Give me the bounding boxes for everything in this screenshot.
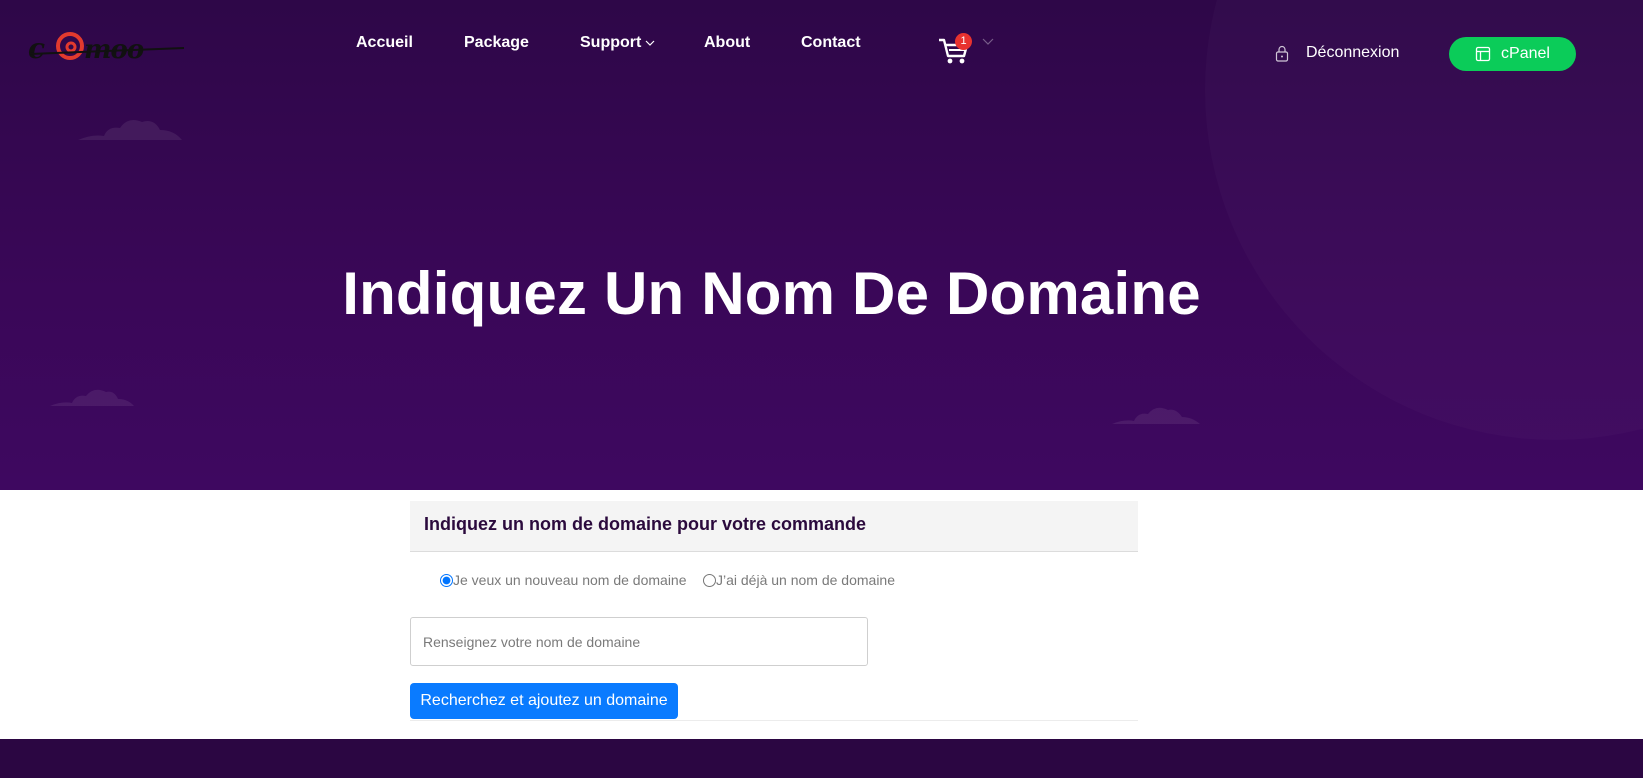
search-add-domain-button[interactable]: Recherchez et ajoutez un domaine: [410, 683, 678, 719]
logout-link[interactable]: Déconnexion: [1274, 42, 1399, 64]
nav-item-accueil[interactable]: Accueil: [356, 33, 413, 53]
nav-item-label: Package: [464, 34, 529, 51]
domain-card-header: Indiquez un nom de domaine pour votre co…: [410, 501, 1138, 552]
nav-item-about[interactable]: About: [704, 33, 750, 53]
cpanel-label: cPanel: [1501, 45, 1550, 62]
cloud-icon: [50, 389, 134, 406]
radio-new-domain-input[interactable]: [440, 573, 453, 587]
divider: [410, 720, 1138, 721]
radio-new-domain[interactable]: Je veux un nouveau nom de domaine: [440, 572, 687, 588]
domain-card-title: Indiquez un nom de domaine pour votre co…: [424, 514, 867, 534]
chevron-down-icon: [645, 40, 655, 46]
chevron-down-icon[interactable]: [982, 36, 994, 46]
nav-item-label: Support: [580, 34, 642, 51]
page-title: Indiquez Un Nom De Domaine: [342, 260, 1201, 327]
hero-banner: c moo Accueil Package Support About Cont…: [0, 0, 1643, 490]
cart-button[interactable]: 1: [938, 33, 974, 70]
camoo-logo[interactable]: c moo: [28, 30, 186, 64]
hero-decorative-arc: [1205, 0, 1643, 440]
nav-item-label: Contact: [801, 34, 861, 51]
radio-existing-domain-input[interactable]: [703, 573, 716, 587]
cpanel-button[interactable]: cPanel: [1449, 37, 1576, 71]
window-icon: [1475, 46, 1491, 62]
radio-existing-domain-label: J’ai déjà un nom de domaine: [716, 572, 896, 588]
nav-item-support[interactable]: Support: [580, 33, 655, 53]
nav-item-contact[interactable]: Contact: [801, 33, 861, 53]
lock-icon: [1275, 45, 1289, 62]
nav-item-label: About: [704, 34, 751, 51]
domain-name-input[interactable]: [410, 617, 868, 666]
logout-label: Déconnexion: [1306, 44, 1400, 61]
radio-new-domain-label: Je veux un nouveau nom de domaine: [453, 572, 687, 588]
radio-existing-domain[interactable]: J’ai déjà un nom de domaine: [703, 572, 895, 588]
nav-item-package[interactable]: Package: [464, 33, 529, 53]
svg-text:c: c: [28, 32, 45, 64]
footer: [0, 739, 1643, 778]
cloud-icon: [1112, 407, 1200, 424]
cart-count-badge: 1: [955, 33, 972, 50]
cloud-icon: [78, 120, 182, 140]
nav-item-label: Accueil: [356, 34, 413, 51]
